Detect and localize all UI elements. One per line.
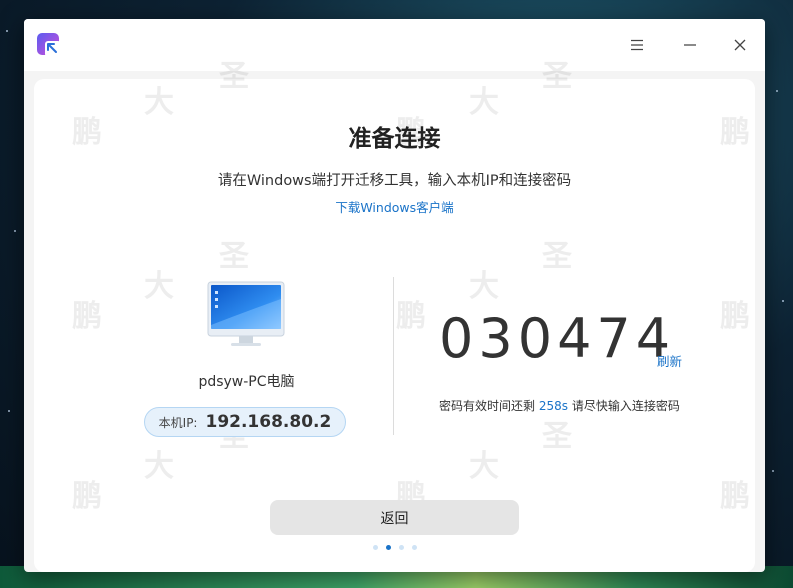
menu-button[interactable] — [622, 30, 652, 60]
star — [772, 470, 774, 472]
validity-seconds: 258s — [538, 399, 568, 413]
app-logo-icon — [37, 33, 61, 57]
ip-label: 本机IP: — [158, 415, 198, 430]
minimize-icon — [684, 44, 696, 46]
ip-value: 192.168.80.2 — [205, 412, 332, 432]
ip-address-badge: 本机IP: 192.168.80.2 — [144, 407, 346, 437]
migration-tool-window: 鹏 大 圣 鹏 大 圣 鹏 鹏 大 圣 鹏 大 圣 鹏 鹏 大 圣 鹏 大 圣 … — [24, 19, 765, 572]
page-dot — [372, 545, 378, 550]
watermark-char: 圣 — [542, 419, 572, 454]
close-button[interactable] — [725, 30, 755, 60]
watermark-char: 大 — [144, 269, 174, 304]
validity-suffix: 请尽快输入连接密码 — [571, 399, 680, 413]
minimize-button[interactable] — [675, 30, 705, 60]
watermark-char: 鹏 — [720, 479, 750, 514]
watermark-char: 大 — [144, 85, 174, 120]
back-button[interactable]: 返回 — [270, 500, 519, 535]
watermark-char: 大 — [144, 449, 174, 484]
watermark-char: 鹏 — [72, 299, 102, 334]
star — [782, 300, 784, 302]
instruction-text: 请在Windows端打开迁移工具，输入本机IP和连接密码 — [217, 173, 572, 189]
vertical-divider — [393, 277, 394, 435]
close-icon — [734, 39, 746, 51]
pc-name: pdsyw-PC电脑 — [198, 374, 295, 390]
watermark-char: 大 — [469, 449, 499, 484]
watermark-char: 大 — [469, 85, 499, 120]
validity-prefix: 密码有效时间还剩 — [439, 399, 536, 413]
refresh-code-link[interactable]: 刷新 — [657, 351, 682, 370]
star — [776, 90, 778, 92]
page-dot — [398, 545, 404, 550]
star — [6, 30, 8, 32]
star — [14, 230, 16, 232]
page-dot — [411, 545, 417, 550]
watermark-char: 圣 — [542, 239, 572, 274]
content-panel: 鹏 大 圣 鹏 大 圣 鹏 鹏 大 圣 鹏 大 圣 鹏 鹏 大 圣 鹏 大 圣 … — [34, 59, 755, 572]
code-validity-text: 密码有效时间还剩 258s 请尽快输入连接密码 — [439, 397, 680, 414]
connection-code: 030474 — [439, 307, 676, 370]
page-indicator — [34, 545, 755, 550]
page-title: 准备连接 — [348, 126, 441, 152]
watermark-char: 鹏 — [720, 299, 750, 334]
watermark-char: 鹏 — [396, 299, 426, 334]
watermark-char: 鹏 — [72, 479, 102, 514]
title-bar — [24, 19, 765, 71]
desktop-monitor-icon — [207, 281, 285, 346]
watermark-char: 大 — [469, 269, 499, 304]
hamburger-menu-icon — [631, 39, 643, 51]
page-dot-active — [385, 545, 391, 550]
star — [8, 410, 10, 412]
watermark-char: 圣 — [219, 239, 249, 274]
download-windows-client-link[interactable]: 下载Windows客户端 — [34, 197, 755, 216]
